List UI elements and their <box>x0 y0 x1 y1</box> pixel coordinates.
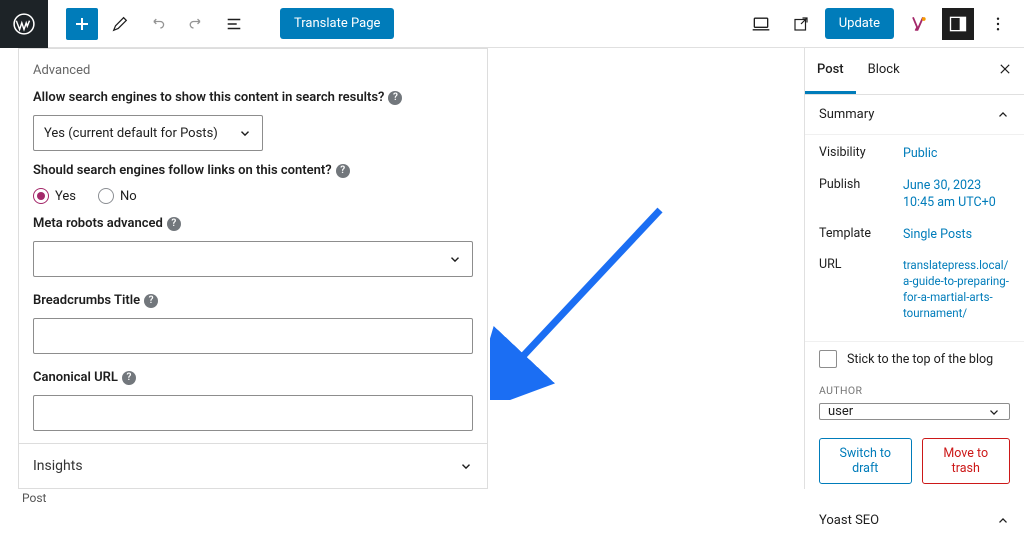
close-icon <box>998 62 1012 76</box>
yoast-sidebar-button[interactable] <box>902 8 934 40</box>
sidebar-icon <box>948 14 968 34</box>
template-value[interactable]: Single Posts <box>903 226 1010 244</box>
kebab-icon <box>989 15 1007 33</box>
redo-button[interactable] <box>180 8 212 40</box>
move-to-trash-button[interactable]: Move to trash <box>922 438 1011 484</box>
author-select[interactable]: user <box>819 403 1010 420</box>
url-key: URL <box>819 257 903 272</box>
meta-robots-select[interactable] <box>33 241 473 277</box>
preview-external-button[interactable] <box>785 8 817 40</box>
chevron-down-icon <box>459 459 473 473</box>
undo-button[interactable] <box>142 8 174 40</box>
tab-block[interactable]: Block <box>856 48 912 94</box>
author-heading: AUTHOR <box>805 380 1024 403</box>
summary-label: Summary <box>819 107 874 122</box>
redo-icon <box>187 15 205 33</box>
publish-key: Publish <box>819 177 903 192</box>
stick-to-top-label: Stick to the top of the blog <box>847 352 993 367</box>
document-overview-button[interactable] <box>218 8 250 40</box>
radio-yes-label: Yes <box>55 189 76 204</box>
breadcrumb-text: Post <box>22 491 46 505</box>
summary-body: Visibility Public Publish June 30, 2023 … <box>805 135 1024 342</box>
tab-post[interactable]: Post <box>805 48 856 94</box>
help-icon[interactable]: ? <box>336 164 350 178</box>
chevron-down-icon <box>238 126 252 140</box>
allow-search-value: Yes (current default for Posts) <box>44 126 218 141</box>
toolbar-left: Translate Page <box>48 8 394 40</box>
help-icon[interactable]: ? <box>144 294 158 308</box>
yoast-icon <box>908 14 928 34</box>
visibility-value[interactable]: Public <box>903 145 1010 163</box>
translate-page-button[interactable]: Translate Page <box>280 8 394 39</box>
edit-tool-button[interactable] <box>104 8 136 40</box>
insights-label: Insights <box>33 458 83 474</box>
top-toolbar: Translate Page Update <box>0 0 1024 48</box>
help-icon[interactable]: ? <box>122 371 136 385</box>
stick-to-top-row: Stick to the top of the blog <box>805 342 1024 380</box>
settings-sidebar-button[interactable] <box>942 8 974 40</box>
add-block-button[interactable] <box>66 8 98 40</box>
update-button[interactable]: Update <box>825 8 894 39</box>
settings-sidebar: Post Block Summary Visibility Public Pub… <box>804 48 1024 489</box>
yoast-seo-label: Yoast SEO <box>819 513 879 528</box>
allow-search-select[interactable]: Yes (current default for Posts) <box>33 115 263 151</box>
author-value: user <box>828 404 853 419</box>
sidebar-tabs: Post Block <box>805 48 1024 95</box>
url-value[interactable]: translatepress.local/a-guide-to-preparin… <box>903 257 1010 321</box>
summary-section-toggle[interactable]: Summary <box>805 95 1024 135</box>
follow-links-yes-radio[interactable]: Yes <box>33 188 76 204</box>
switch-to-draft-button[interactable]: Switch to draft <box>819 438 912 484</box>
yoast-seo-panel: Advanced Allow search engines to show th… <box>18 48 488 489</box>
laptop-icon <box>751 14 771 34</box>
toolbar-right: Update <box>745 8 1024 40</box>
options-menu-button[interactable] <box>982 8 1014 40</box>
insights-section-toggle[interactable]: Insights <box>19 443 487 488</box>
publish-value[interactable]: June 30, 2023 10:45 am UTC+0 <box>903 177 1010 212</box>
chevron-up-icon <box>996 108 1010 122</box>
breadcrumbs-title-label: Breadcrumbs Title ? <box>33 293 473 308</box>
editor-canvas: Advanced Allow search engines to show th… <box>0 48 804 489</box>
footer-breadcrumb: Post <box>0 489 1024 507</box>
help-icon[interactable]: ? <box>167 217 181 231</box>
follow-links-label: Should search engines follow links on th… <box>33 163 473 178</box>
chevron-up-icon <box>996 514 1010 528</box>
external-link-icon <box>792 15 810 33</box>
help-icon[interactable]: ? <box>388 91 402 105</box>
chevron-down-icon <box>448 252 462 266</box>
visibility-key: Visibility <box>819 145 903 160</box>
list-icon <box>225 15 243 33</box>
meta-robots-label: Meta robots advanced ? <box>33 216 473 231</box>
radio-no-label: No <box>120 189 137 204</box>
view-desktop-button[interactable] <box>745 8 777 40</box>
chevron-down-icon <box>987 405 1001 419</box>
breadcrumbs-title-input[interactable] <box>33 318 473 354</box>
canonical-url-input[interactable] <box>33 395 473 431</box>
wordpress-icon <box>13 13 35 35</box>
canonical-url-label: Canonical URL ? <box>33 370 473 385</box>
stick-to-top-checkbox[interactable] <box>819 350 837 368</box>
sidebar-close-button[interactable] <box>986 48 1024 94</box>
wordpress-logo[interactable] <box>0 0 48 48</box>
template-key: Template <box>819 226 903 241</box>
follow-links-no-radio[interactable]: No <box>98 188 137 204</box>
undo-icon <box>149 15 167 33</box>
advanced-section-header: Advanced <box>33 61 473 78</box>
plus-icon <box>72 14 92 34</box>
pencil-icon <box>111 15 129 33</box>
allow-search-label: Allow search engines to show this conten… <box>33 90 473 105</box>
